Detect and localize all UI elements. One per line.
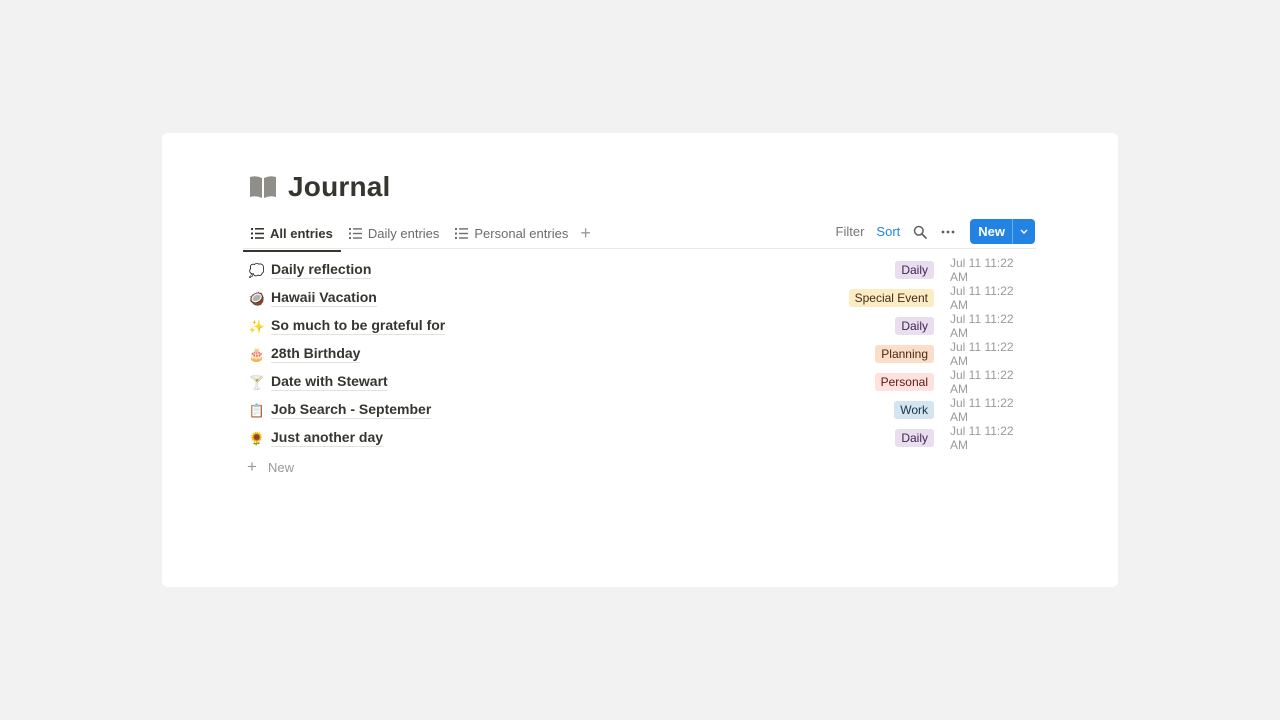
entry-date: Jul 11 11:22 AM	[950, 368, 1014, 396]
entry-date: Jul 11 11:22 AM	[950, 396, 1014, 424]
tag-badge: Personal	[874, 373, 934, 391]
entry-title[interactable]: Hawaii Vacation	[271, 289, 377, 307]
entries-list: 💭 Daily reflection Daily Jul 11 11:22 AM…	[243, 256, 1036, 480]
tab-label: All entries	[270, 225, 333, 241]
open-book-icon	[250, 176, 276, 198]
clipboard-icon: 📋	[248, 402, 266, 418]
list-item[interactable]: 🍸 Date with Stewart Personal Jul 11 11:2…	[243, 368, 1036, 396]
search-icon[interactable]	[912, 224, 928, 240]
view-tabs: All entries Daily entries Personal entri…	[243, 217, 591, 252]
tab-personal-entries[interactable]: Personal entries	[447, 218, 576, 248]
list-item[interactable]: 🌻 Just another day Daily Jul 11 11:22 AM	[243, 424, 1036, 452]
sunflower-icon: 🌻	[248, 430, 266, 446]
entry-date: Jul 11 11:22 AM	[950, 340, 1014, 368]
coconut-icon: 🥥	[248, 290, 266, 306]
more-icon[interactable]	[940, 224, 956, 240]
list-item[interactable]: ✨ So much to be grateful for Daily Jul 1…	[243, 312, 1036, 340]
tag-badge: Daily	[895, 261, 934, 279]
list-item[interactable]: 💭 Daily reflection Daily Jul 11 11:22 AM	[243, 256, 1036, 284]
filter-button[interactable]: Filter	[836, 224, 865, 239]
sort-button[interactable]: Sort	[876, 224, 900, 239]
tag-badge: Special Event	[848, 289, 934, 307]
list-item[interactable]: 📋 Job Search - September Work Jul 11 11:…	[243, 396, 1036, 424]
entry-title[interactable]: Job Search - September	[271, 401, 432, 419]
thought-bubble-icon: 💭	[248, 262, 266, 278]
entry-date: Jul 11 11:22 AM	[950, 256, 1014, 284]
cocktail-icon: 🍸	[248, 374, 266, 390]
list-icon	[348, 227, 362, 239]
tab-all-entries[interactable]: All entries	[243, 218, 341, 252]
tag-badge: Work	[894, 401, 934, 419]
new-button-label[interactable]: New	[970, 219, 1012, 244]
entry-title[interactable]: 28th Birthday	[271, 345, 361, 363]
tag-badge: Planning	[875, 345, 934, 363]
list-item[interactable]: 🥥 Hawaii Vacation Special Event Jul 11 1…	[243, 284, 1036, 312]
tabs-divider	[243, 248, 1036, 249]
entry-title[interactable]: Date with Stewart	[271, 373, 388, 391]
chevron-down-icon[interactable]	[1013, 219, 1035, 244]
plus-icon: +	[247, 457, 257, 476]
page-header: Journal	[248, 171, 391, 203]
entry-title[interactable]: Just another day	[271, 429, 384, 447]
tab-label: Personal entries	[474, 225, 569, 241]
list-icon	[455, 227, 469, 239]
view-toolbar: Filter Sort New	[824, 219, 1035, 244]
tag-badge: Daily	[895, 429, 934, 447]
add-view-plus-icon[interactable]: +	[580, 224, 591, 242]
page-title: Journal	[288, 171, 391, 202]
entry-date: Jul 11 11:22 AM	[950, 312, 1014, 340]
birthday-cake-icon: 🎂	[248, 346, 266, 362]
entry-date: Jul 11 11:22 AM	[950, 284, 1014, 312]
tab-label: Daily entries	[367, 225, 440, 241]
list-item[interactable]: 🎂 28th Birthday Planning Jul 11 11:22 AM	[243, 340, 1036, 368]
list-icon	[251, 227, 264, 239]
entry-title[interactable]: So much to be grateful for	[271, 317, 446, 335]
sparkles-icon: ✨	[248, 318, 266, 334]
add-row-label: New	[268, 459, 295, 475]
journal-page: Journal All entries Daily entries Person…	[162, 133, 1118, 587]
tag-badge: Daily	[895, 317, 934, 335]
add-row-button[interactable]: + New	[243, 454, 1036, 480]
tab-daily-entries[interactable]: Daily entries	[341, 218, 448, 248]
new-button[interactable]: New	[970, 219, 1035, 244]
entry-date: Jul 11 11:22 AM	[950, 424, 1014, 452]
entry-title[interactable]: Daily reflection	[271, 261, 372, 279]
